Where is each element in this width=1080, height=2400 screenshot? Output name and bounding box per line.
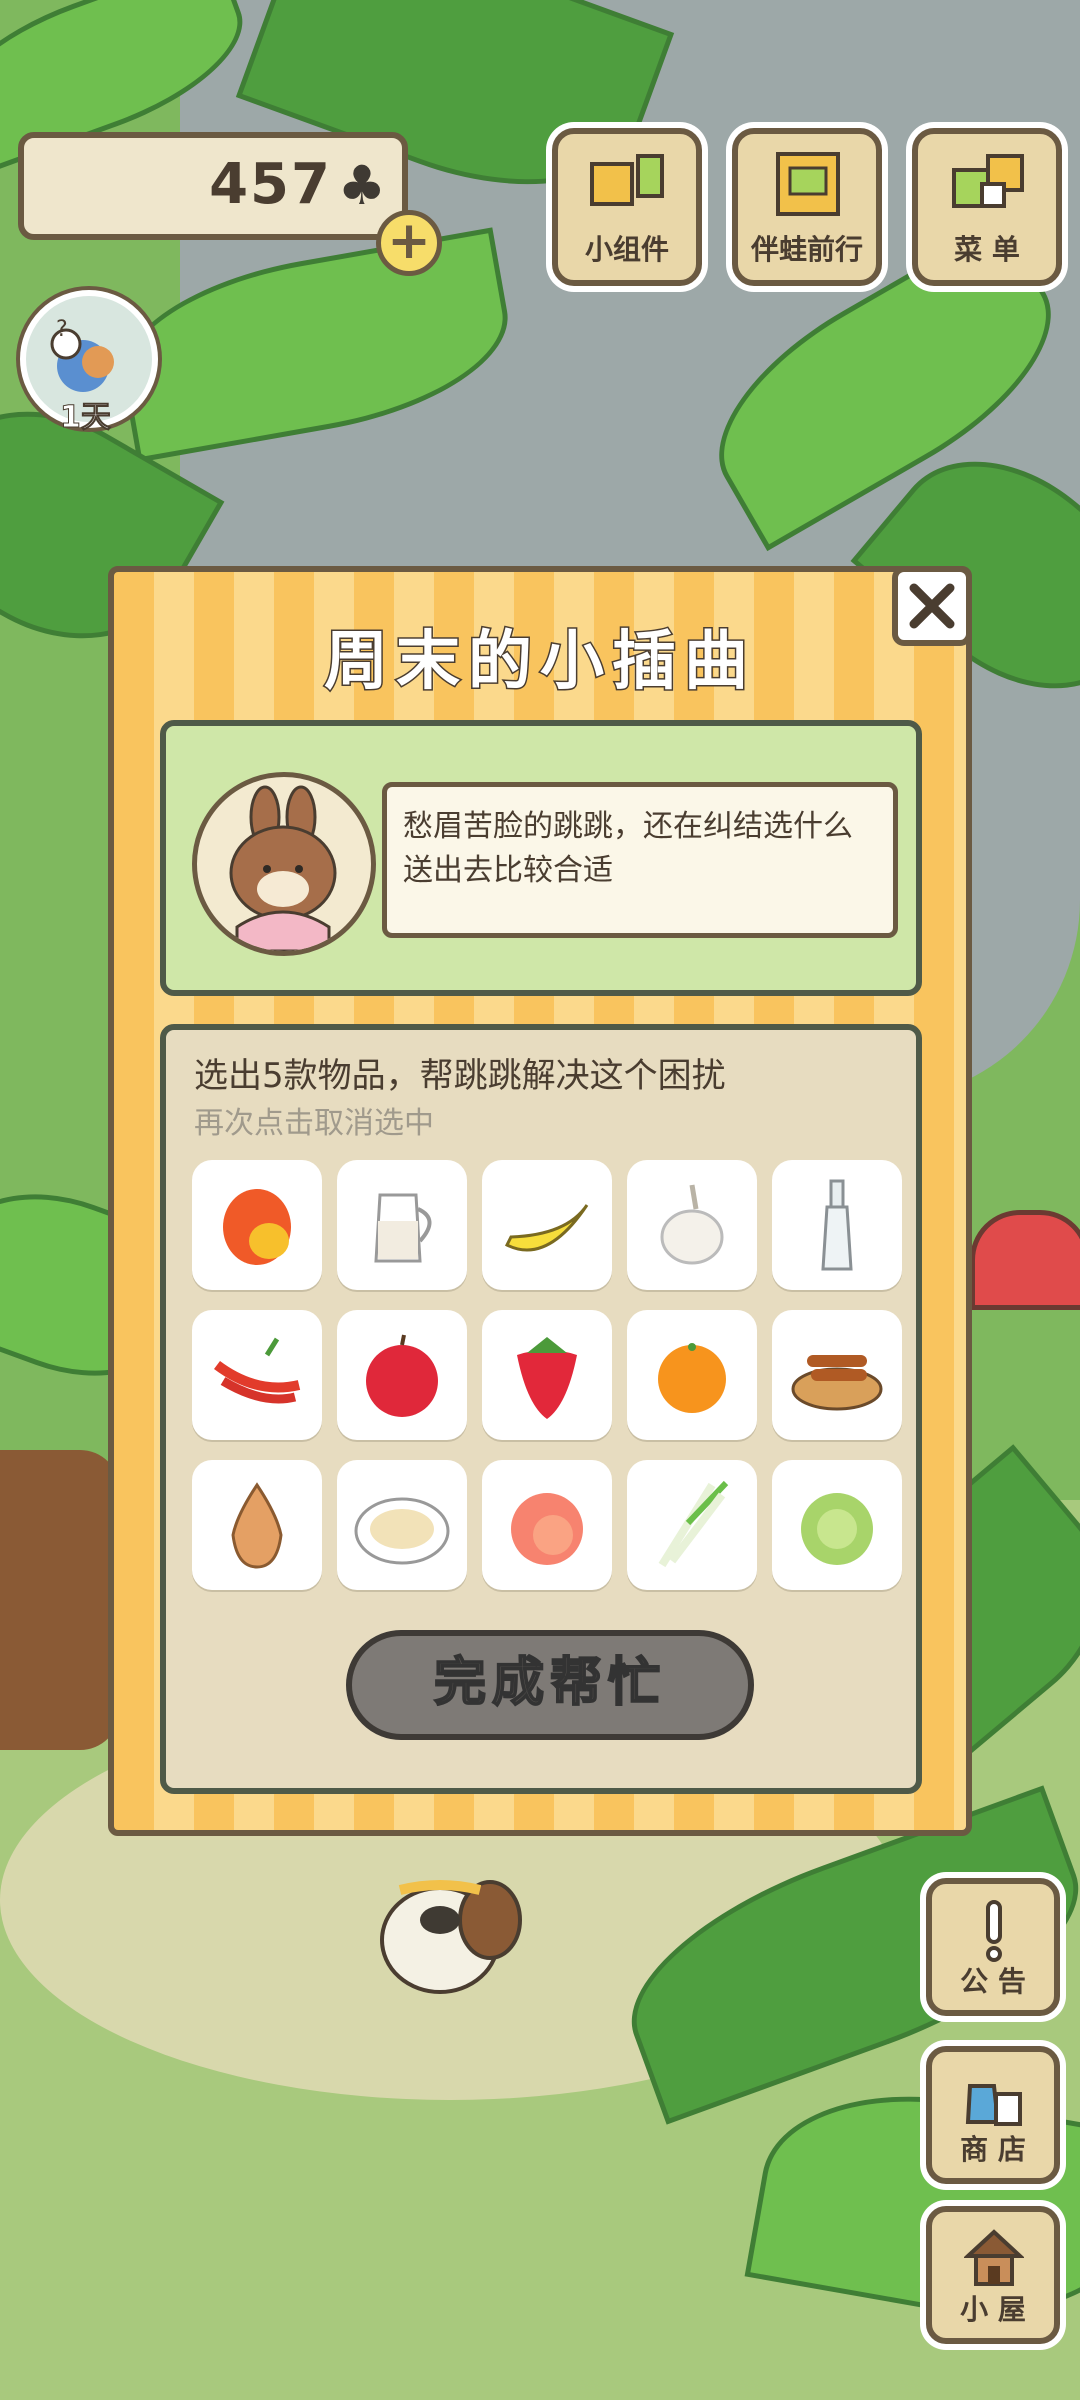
frog-journal-icon [776,152,840,216]
item-onion[interactable] [192,1460,322,1590]
banana-icon [504,1204,589,1252]
shop-button[interactable]: 商 店 [926,2046,1060,2184]
item-glass-bottle[interactable] [772,1160,902,1290]
item-cabbage[interactable] [772,1460,902,1590]
exclamation-icon [986,1900,1002,1962]
clover-icon: ♣ [337,154,386,217]
instruction-text: 选出5款物品，帮跳跳解决这个困扰 [194,1056,726,1096]
garlic-icon [660,1184,724,1265]
shop-bag-icon [965,2084,1022,2126]
house-button-label: 小 屋 [960,2293,1026,2326]
squirrel-portrait [192,772,376,956]
apple-icon [366,1334,438,1417]
shop-button-label: 商 店 [960,2133,1026,2166]
item-fried-dough-plate[interactable] [772,1310,902,1440]
frog-journey-button-label: 伴蛙前行 [750,233,863,266]
widget-button-label: 小组件 [584,233,669,266]
complete-help-button[interactable]: 完成帮忙 [346,1630,754,1740]
green-onion-icon [658,1480,729,1568]
milk-jug-icon [374,1193,432,1263]
item-garlic[interactable] [627,1160,757,1290]
story-panel: 愁眉苦脸的跳跳，还在纠结选什么送出去比较合适 [160,720,922,996]
orange-icon [658,1343,726,1413]
mailbox-red [970,1210,1080,1310]
notice-button-label: 公 告 [960,1965,1026,1998]
item-dumpling-plate[interactable] [337,1460,467,1590]
dumpling-plate-icon [354,1497,450,1565]
house-button[interactable]: 小 屋 [926,2206,1060,2344]
svg-text:?: ? [56,317,68,342]
item-green-onion[interactable] [627,1460,757,1590]
cabbage-icon [801,1493,873,1565]
onion-icon [231,1482,283,1569]
item-orange[interactable] [627,1310,757,1440]
clover-count: 457 [209,152,332,217]
menu-button[interactable]: 菜 单 [912,128,1062,286]
frog-journey-button[interactable]: 伴蛙前行 [732,128,882,286]
house-icon [964,2229,1024,2286]
days-label: 1天 [60,400,112,436]
item-strawberry[interactable] [482,1310,612,1440]
squirrel-icon [229,785,337,951]
fried-dough-plate-icon [791,1355,883,1411]
item-mango[interactable] [192,1160,322,1290]
item-milk-jug[interactable] [337,1160,467,1290]
story-text: 愁眉苦脸的跳跳，还在纠结选什么送出去比较合适 [382,782,898,938]
item-banana[interactable] [482,1160,612,1290]
glass-bottle-icon [821,1179,853,1271]
strawberry-icon [517,1337,577,1419]
clover-counter: 457 ♣ [18,132,408,240]
complete-help-label: 完成帮忙 [433,1652,666,1714]
mango-icon [223,1189,291,1265]
chili-peppers-icon [214,1337,301,1404]
item-chili-peppers[interactable] [192,1310,322,1440]
event-dialog: 周末的小插曲 愁眉苦脸的跳跳，还在纠结选什么送出去比较合适 选出5款物品，帮跳跳… [108,566,972,1836]
hamster-character [380,1880,522,1994]
add-clover-button[interactable]: + [376,210,442,276]
items-panel: 选出5款物品，帮跳跳解决这个困扰 再次点击取消选中 完成帮忙 [160,1024,922,1794]
notice-button[interactable]: 公 告 [926,1878,1060,2016]
dirt-mound [0,1450,120,1750]
dialog-title: 周末的小插曲 [323,624,756,701]
close-icon [909,583,955,629]
item-apple[interactable] [337,1310,467,1440]
item-peach[interactable] [482,1460,612,1590]
widget-icon [590,154,664,206]
close-dialog-button[interactable] [892,566,972,646]
peach-icon [511,1493,583,1565]
menu-icon [952,154,1024,208]
menu-button-label: 菜 单 [954,233,1020,266]
hint-text: 再次点击取消选中 [194,1106,434,1141]
widget-button[interactable]: 小组件 [552,128,702,286]
